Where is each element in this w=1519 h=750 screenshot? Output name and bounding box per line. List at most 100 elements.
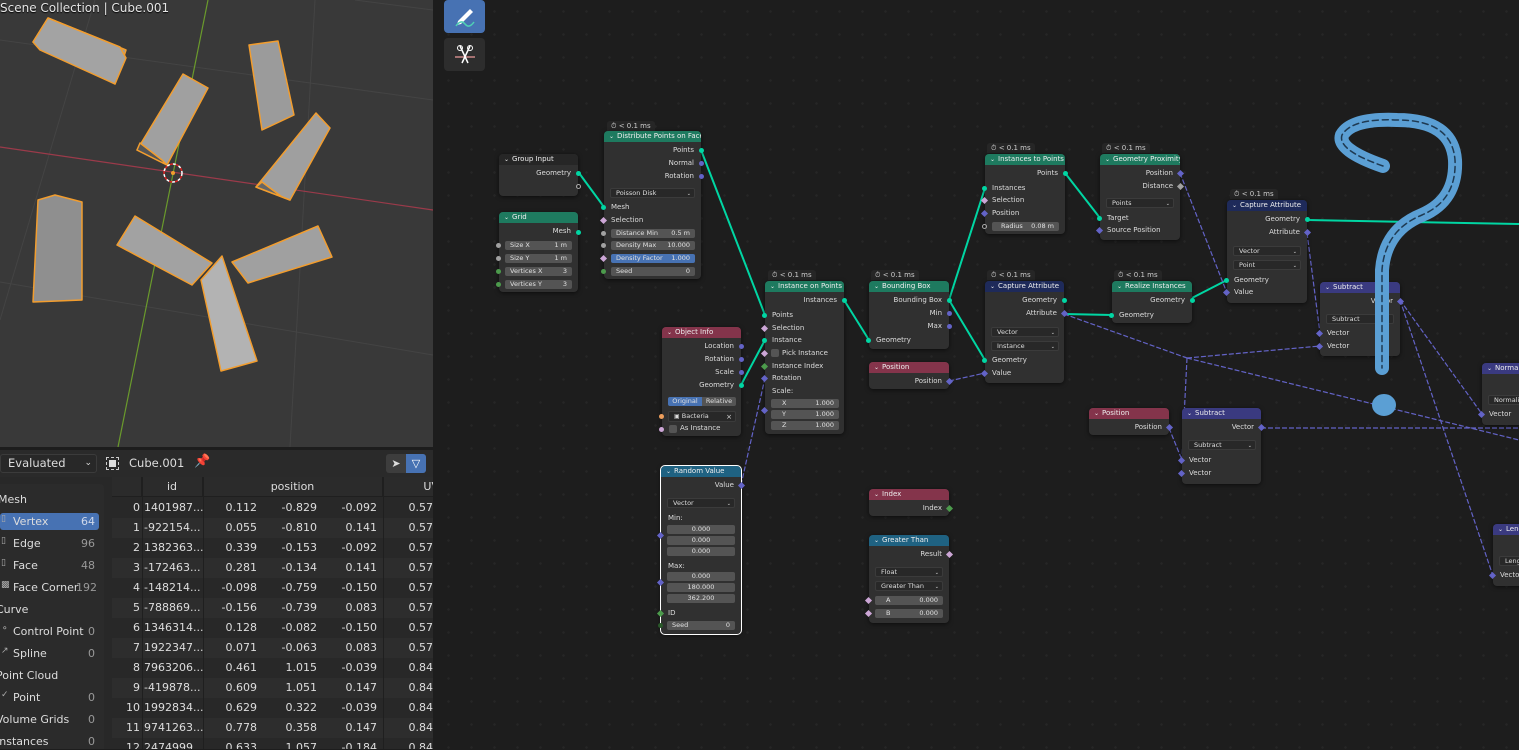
output-socket[interactable] [739, 357, 744, 362]
operation-dropdown[interactable]: Subtract ⌄ [1188, 440, 1256, 450]
input-socket[interactable] [601, 269, 606, 274]
link-proximity-value[interactable] [1179, 172, 1228, 294]
operation-dropdown[interactable]: Greater Than ⌄ [875, 581, 943, 591]
node-instances-to-points[interactable]: ⌄ Instances to Points Points Instances Se… [980, 154, 1068, 234]
field-density-max[interactable]: Density Max 10.000 [611, 241, 695, 250]
data-type-dropdown[interactable]: Vector ⌄ [1233, 246, 1301, 256]
node-instance-on-points[interactable]: ⌄ Instance on Points Instances Points Sel… [760, 281, 847, 434]
column-header-position[interactable]: position [203, 477, 383, 497]
column-separator[interactable] [383, 477, 384, 749]
sidebar-item-vertex[interactable]: ▯ Vertex 64 [0, 513, 99, 530]
output-socket[interactable] [699, 148, 704, 153]
link-position-value[interactable] [948, 372, 986, 382]
min-y-field[interactable]: 0.000 [667, 536, 735, 545]
field-seed[interactable]: Seed 0 [611, 267, 695, 276]
output-socket[interactable] [739, 383, 744, 388]
field-size-x[interactable]: Size X1 m [505, 241, 572, 250]
pick-instance-checkbox[interactable] [771, 349, 779, 357]
column-separator[interactable] [203, 477, 204, 749]
input-socket[interactable] [659, 414, 664, 419]
link-capture-realize[interactable] [1063, 313, 1113, 316]
node-position-2[interactable]: ⌄ Position Position [1089, 408, 1174, 435]
cursor-icon[interactable]: ➤ [386, 454, 406, 473]
input-socket[interactable] [496, 269, 501, 274]
input-socket[interactable] [601, 231, 606, 236]
operation-dropdown[interactable]: Length [1499, 556, 1519, 566]
max-z-field[interactable]: 362.200 [667, 594, 735, 603]
sidebar-item-control-point[interactable]: ⚬ Control Point 0 [0, 623, 99, 640]
field-density-factor[interactable]: Density Factor 1.000 [611, 254, 695, 263]
link-sub-length[interactable] [1399, 299, 1494, 577]
target-element-dropdown[interactable]: Points ⌄ [1106, 198, 1174, 208]
input-socket[interactable] [982, 358, 987, 363]
output-socket[interactable] [699, 161, 704, 166]
output-socket[interactable] [1062, 298, 1067, 303]
distribute-method-dropdown[interactable]: Poisson Disk ⌄ [610, 188, 695, 198]
input-socket[interactable] [762, 313, 767, 318]
output-socket[interactable] [699, 174, 704, 179]
output-socket[interactable] [947, 298, 952, 303]
input-socket[interactable] [762, 338, 767, 343]
field-b[interactable]: B 0.000 [875, 609, 943, 618]
filter-icon[interactable]: ▽ [406, 454, 426, 473]
seed-field[interactable]: Seed 0 [667, 621, 735, 630]
sidebar-item-edge[interactable]: ▯ Edge 96 [0, 535, 99, 552]
max-x-field[interactable]: 0.000 [667, 572, 735, 581]
sidebar-item-face[interactable]: ▯ Face 48 [0, 557, 99, 574]
node-normalize[interactable]: ⌄Normalize Normalize Vector [1477, 363, 1519, 425]
node-geometry-proximity[interactable]: ⌄ Geometry Proximity Position Distance Po… [1095, 154, 1185, 240]
node-distribute-points-on-faces[interactable]: ⌄ Distribute Points on Faces Points Norma… [599, 131, 704, 279]
node-object-info[interactable]: ⌄ Object Info Location Rotation Scale Geo… [659, 327, 744, 436]
node-capture-attribute[interactable]: ⌄ Capture Attribute Geometry Attribute Ve… [980, 281, 1069, 383]
output-socket[interactable] [947, 324, 952, 329]
node-subtract-2[interactable]: ⌄ Subtract Vector Subtract ⌄ Vector Vector [1177, 408, 1266, 484]
link-points-target[interactable] [1064, 172, 1101, 219]
node-greater-than[interactable]: ⌄ Greater Than Result Float ⌄ Greater Than… [864, 535, 954, 623]
column-separator[interactable] [142, 477, 143, 749]
data-type-dropdown[interactable]: Vector ⌄ [667, 498, 735, 508]
field-vertices-y[interactable]: Vertices Y3 [505, 280, 572, 289]
input-socket[interactable] [496, 256, 501, 261]
column-header-uv[interactable]: UV [383, 477, 433, 497]
input-socket[interactable] [496, 243, 501, 248]
toggle-relative[interactable]: Relative [702, 397, 736, 406]
output-socket[interactable] [739, 344, 744, 349]
pin-icon[interactable]: 📌 [194, 454, 210, 469]
link-attribute-sub[interactable] [1306, 232, 1321, 334]
link-pos2-sub[interactable] [1168, 427, 1183, 461]
scale-x-field[interactable]: X 1.000 [771, 399, 839, 408]
object-picker[interactable]: ▣ Bacteria × [668, 411, 736, 422]
sidebar-item-face-corner[interactable]: ▩ Face Corner 192 [0, 579, 104, 596]
output-socket[interactable] [842, 298, 847, 303]
operation-dropdown[interactable]: Normalize [1488, 395, 1519, 405]
node-random-value[interactable]: ⌄ Random Value Value Vector ⌄ Min: 0.000 0… [656, 465, 746, 635]
output-socket[interactable] [576, 230, 581, 235]
scale-y-field[interactable]: Y 1.000 [771, 410, 839, 419]
link-sub-normalize[interactable] [1399, 299, 1483, 415]
input-socket[interactable] [982, 186, 987, 191]
data-type-dropdown[interactable]: Float ⌄ [875, 567, 943, 577]
output-socket[interactable] [1063, 171, 1068, 176]
sidebar-item-point[interactable]: ✓ Point 0 [0, 689, 99, 706]
sidebar-item-spline[interactable]: ↗ Spline 0 [0, 645, 99, 662]
max-y-field[interactable]: 180.000 [667, 583, 735, 592]
node-length[interactable]: ⌄Length Length Vector [1488, 524, 1519, 586]
output-socket[interactable] [947, 311, 952, 316]
link-instances[interactable] [843, 299, 870, 341]
node-grid[interactable]: ⌄ Grid Mesh Size X1 m Size Y1 m Vertices … [496, 212, 581, 292]
link-realize-capture2[interactable] [1191, 279, 1228, 299]
output-socket[interactable] [576, 171, 581, 176]
link-bbox-to-itp[interactable] [948, 187, 986, 301]
input-socket[interactable] [1109, 313, 1114, 318]
node-subtract[interactable]: ⌄ Subtract Vector Subtract ⌄ Vector Vector [1315, 282, 1405, 356]
scale-z-field[interactable]: Z 1.000 [771, 421, 839, 430]
min-z-field[interactable]: 0.000 [667, 547, 735, 556]
operation-dropdown[interactable]: Subtract ⌄ [1326, 314, 1394, 324]
link-geometry-out[interactable] [1306, 219, 1519, 225]
field-radius[interactable]: Radius 0.08 m [992, 222, 1059, 231]
input-socket[interactable] [496, 282, 501, 287]
evaluation-mode-dropdown[interactable]: Evaluated ⌄ [0, 454, 97, 473]
node-editor[interactable]: ⌄ Group Input Geometry ⌄ Grid Mesh Size X1… [437, 0, 1519, 749]
link-bbox-to-capture[interactable] [948, 299, 986, 361]
node-group-input[interactable]: ⌄ Group Input Geometry [499, 154, 581, 196]
